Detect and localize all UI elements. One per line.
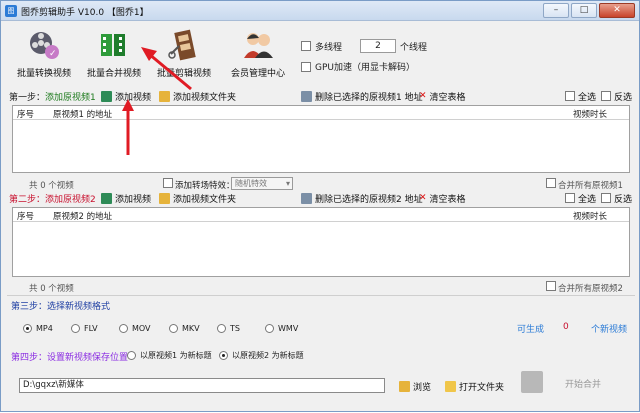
arrow-to-merge	[148, 52, 192, 91]
annotation-arrows	[122, 47, 192, 155]
app-window: 图 图乔剪辑助手 V10.0 【图乔1】 – □ ✕ ✓ 批量转换视频 批量合并…	[0, 0, 640, 412]
arrow-head-add-video	[122, 99, 134, 111]
